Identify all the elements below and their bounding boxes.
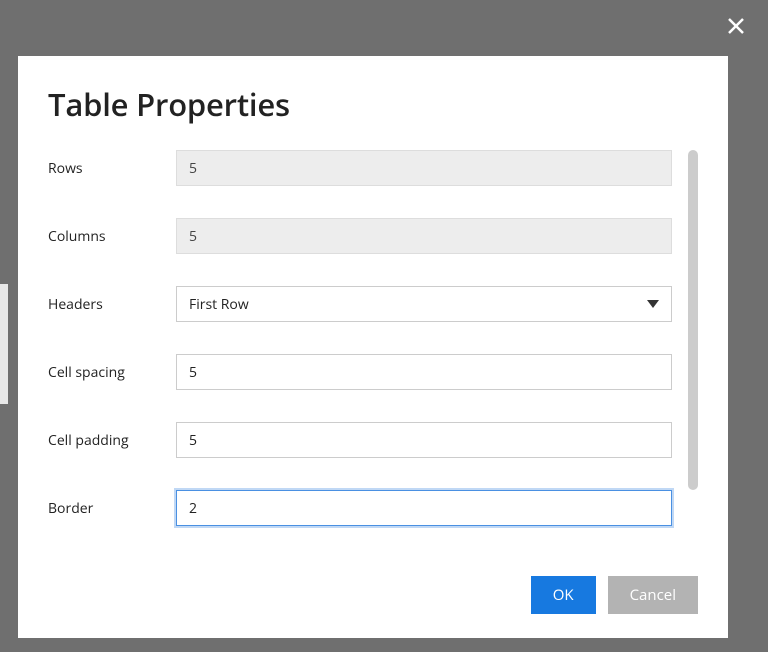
close-icon <box>726 16 746 41</box>
row-columns: Columns <box>48 218 672 254</box>
backdrop-content-strip <box>0 284 8 404</box>
label-cell-padding: Cell padding <box>48 431 176 450</box>
input-cell-spacing[interactable] <box>176 354 672 390</box>
label-cell-spacing: Cell spacing <box>48 363 176 382</box>
row-border: Border <box>48 490 672 526</box>
input-columns[interactable] <box>176 218 672 254</box>
table-properties-dialog: Table Properties Rows Columns Headers Fi… <box>18 56 728 638</box>
scrollbar-thumb[interactable] <box>688 150 698 490</box>
label-border: Border <box>48 499 176 518</box>
label-headers: Headers <box>48 295 176 314</box>
label-rows: Rows <box>48 159 176 178</box>
row-cell-spacing: Cell spacing <box>48 354 672 390</box>
dialog-title: Table Properties <box>48 84 698 126</box>
ok-button[interactable]: OK <box>531 576 596 614</box>
scrollbar-track[interactable] <box>688 150 698 556</box>
label-columns: Columns <box>48 227 176 246</box>
dialog-button-row: OK Cancel <box>48 576 698 614</box>
close-button[interactable] <box>722 14 750 42</box>
cancel-button[interactable]: Cancel <box>608 576 698 614</box>
row-rows: Rows <box>48 150 672 186</box>
dialog-scroll-area: Rows Columns Headers First Row <box>48 150 698 576</box>
row-cell-padding: Cell padding <box>48 422 672 458</box>
input-border[interactable] <box>176 490 672 526</box>
row-headers: Headers First Row <box>48 286 672 322</box>
input-rows[interactable] <box>176 150 672 186</box>
select-headers[interactable]: First Row <box>176 286 672 322</box>
input-cell-padding[interactable] <box>176 422 672 458</box>
select-headers-value: First Row <box>189 295 249 314</box>
